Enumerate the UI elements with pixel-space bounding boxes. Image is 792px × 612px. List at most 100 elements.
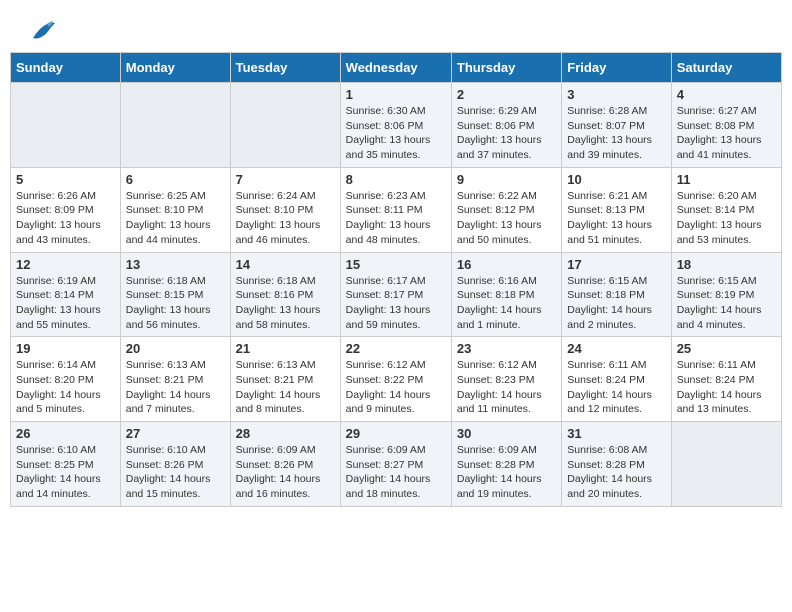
- day-info: Sunrise: 6:12 AM Sunset: 8:23 PM Dayligh…: [457, 358, 556, 417]
- day-number: 24: [567, 341, 665, 356]
- calendar-cell: 28 Sunrise: 6:09 AM Sunset: 8:26 PM Dayli…: [230, 422, 340, 507]
- day-number: 23: [457, 341, 556, 356]
- day-number: 30: [457, 426, 556, 441]
- calendar-cell: 1Sunrise: 6:30 AM Sunset: 8:06 PM Daylig…: [340, 83, 451, 168]
- calendar-cell: 7 Sunrise: 6:24 AM Sunset: 8:10 PM Daylig…: [230, 167, 340, 252]
- day-info: Sunrise: 6:26 AM Sunset: 8:09 PM Dayligh…: [16, 189, 115, 248]
- day-number: 12: [16, 257, 115, 272]
- calendar-week-row: 1Sunrise: 6:30 AM Sunset: 8:06 PM Daylig…: [11, 83, 782, 168]
- day-info: Sunrise: 6:18 AM Sunset: 8:15 PM Dayligh…: [126, 274, 225, 333]
- calendar-cell: [230, 83, 340, 168]
- calendar-week-row: 19 Sunrise: 6:14 AM Sunset: 8:20 PM Dayli…: [11, 337, 782, 422]
- day-info: Sunrise: 6:09 AM Sunset: 8:28 PM Dayligh…: [457, 443, 556, 502]
- calendar-cell: 3Sunrise: 6:28 AM Sunset: 8:07 PM Daylig…: [562, 83, 671, 168]
- day-number: 9: [457, 172, 556, 187]
- calendar-week-row: 12 Sunrise: 6:19 AM Sunset: 8:14 PM Dayli…: [11, 252, 782, 337]
- day-info: Sunrise: 6:11 AM Sunset: 8:24 PM Dayligh…: [677, 358, 776, 417]
- day-number: 28: [236, 426, 335, 441]
- day-number: 8: [346, 172, 446, 187]
- day-number: 22: [346, 341, 446, 356]
- calendar-cell: 21 Sunrise: 6:13 AM Sunset: 8:21 PM Dayli…: [230, 337, 340, 422]
- calendar-cell: 14Sunrise: 6:18 AM Sunset: 8:16 PM Dayli…: [230, 252, 340, 337]
- day-info: Sunrise: 6:10 AM Sunset: 8:26 PM Dayligh…: [126, 443, 225, 502]
- day-info: Sunrise: 6:15 AM Sunset: 8:18 PM Dayligh…: [567, 274, 665, 333]
- day-info: Sunrise: 6:09 AM Sunset: 8:26 PM Dayligh…: [236, 443, 335, 502]
- logo: [25, 20, 57, 42]
- calendar-cell: [11, 83, 121, 168]
- calendar-cell: 9 Sunrise: 6:22 AM Sunset: 8:12 PM Daylig…: [451, 167, 561, 252]
- calendar-cell: 2 Sunrise: 6:29 AM Sunset: 8:06 PM Daylig…: [451, 83, 561, 168]
- day-info: Sunrise: 6:28 AM Sunset: 8:07 PM Dayligh…: [567, 104, 665, 163]
- page-header: [10, 10, 782, 47]
- day-number: 19: [16, 341, 115, 356]
- day-info: Sunrise: 6:23 AM Sunset: 8:11 PM Dayligh…: [346, 189, 446, 248]
- day-number: 10: [567, 172, 665, 187]
- calendar-cell: 27 Sunrise: 6:10 AM Sunset: 8:26 PM Dayli…: [120, 422, 230, 507]
- calendar-cell: 31 Sunrise: 6:08 AM Sunset: 8:28 PM Dayli…: [562, 422, 671, 507]
- calendar-cell: 5Sunrise: 6:26 AM Sunset: 8:09 PM Daylig…: [11, 167, 121, 252]
- calendar-cell: 8 Sunrise: 6:23 AM Sunset: 8:11 PM Daylig…: [340, 167, 451, 252]
- day-number: 6: [126, 172, 225, 187]
- weekday-header-monday: Monday: [120, 53, 230, 83]
- day-number: 17: [567, 257, 665, 272]
- calendar-cell: [120, 83, 230, 168]
- day-info: Sunrise: 6:17 AM Sunset: 8:17 PM Dayligh…: [346, 274, 446, 333]
- calendar-cell: 6 Sunrise: 6:25 AM Sunset: 8:10 PM Daylig…: [120, 167, 230, 252]
- day-info: Sunrise: 6:30 AM Sunset: 8:06 PM Dayligh…: [346, 104, 446, 163]
- calendar-cell: 23 Sunrise: 6:12 AM Sunset: 8:23 PM Dayli…: [451, 337, 561, 422]
- day-number: 13: [126, 257, 225, 272]
- weekday-header-wednesday: Wednesday: [340, 53, 451, 83]
- calendar-week-row: 26 Sunrise: 6:10 AM Sunset: 8:25 PM Dayli…: [11, 422, 782, 507]
- day-info: Sunrise: 6:10 AM Sunset: 8:25 PM Dayligh…: [16, 443, 115, 502]
- day-info: Sunrise: 6:15 AM Sunset: 8:19 PM Dayligh…: [677, 274, 776, 333]
- day-info: Sunrise: 6:08 AM Sunset: 8:28 PM Dayligh…: [567, 443, 665, 502]
- weekday-header-saturday: Saturday: [671, 53, 781, 83]
- day-number: 7: [236, 172, 335, 187]
- day-info: Sunrise: 6:29 AM Sunset: 8:06 PM Dayligh…: [457, 104, 556, 163]
- calendar-cell: 15 Sunrise: 6:17 AM Sunset: 8:17 PM Dayli…: [340, 252, 451, 337]
- day-number: 31: [567, 426, 665, 441]
- day-info: Sunrise: 6:12 AM Sunset: 8:22 PM Dayligh…: [346, 358, 446, 417]
- calendar-week-row: 5Sunrise: 6:26 AM Sunset: 8:09 PM Daylig…: [11, 167, 782, 252]
- calendar-cell: 17 Sunrise: 6:15 AM Sunset: 8:18 PM Dayli…: [562, 252, 671, 337]
- day-number: 26: [16, 426, 115, 441]
- day-info: Sunrise: 6:21 AM Sunset: 8:13 PM Dayligh…: [567, 189, 665, 248]
- logo-bird-icon: [29, 20, 57, 42]
- day-number: 16: [457, 257, 556, 272]
- calendar-cell: 12 Sunrise: 6:19 AM Sunset: 8:14 PM Dayli…: [11, 252, 121, 337]
- calendar-cell: 30 Sunrise: 6:09 AM Sunset: 8:28 PM Dayli…: [451, 422, 561, 507]
- day-number: 25: [677, 341, 776, 356]
- day-number: 2: [457, 87, 556, 102]
- calendar-cell: 16Sunrise: 6:16 AM Sunset: 8:18 PM Dayli…: [451, 252, 561, 337]
- calendar-cell: 4Sunrise: 6:27 AM Sunset: 8:08 PM Daylig…: [671, 83, 781, 168]
- calendar-cell: 19 Sunrise: 6:14 AM Sunset: 8:20 PM Dayli…: [11, 337, 121, 422]
- day-number: 4: [677, 87, 776, 102]
- day-info: Sunrise: 6:13 AM Sunset: 8:21 PM Dayligh…: [236, 358, 335, 417]
- day-info: Sunrise: 6:19 AM Sunset: 8:14 PM Dayligh…: [16, 274, 115, 333]
- day-number: 20: [126, 341, 225, 356]
- calendar-cell: 18 Sunrise: 6:15 AM Sunset: 8:19 PM Dayli…: [671, 252, 781, 337]
- day-info: Sunrise: 6:22 AM Sunset: 8:12 PM Dayligh…: [457, 189, 556, 248]
- calendar-cell: 29Sunrise: 6:09 AM Sunset: 8:27 PM Dayli…: [340, 422, 451, 507]
- calendar-cell: 22 Sunrise: 6:12 AM Sunset: 8:22 PM Dayli…: [340, 337, 451, 422]
- calendar-cell: 26 Sunrise: 6:10 AM Sunset: 8:25 PM Dayli…: [11, 422, 121, 507]
- day-info: Sunrise: 6:25 AM Sunset: 8:10 PM Dayligh…: [126, 189, 225, 248]
- day-number: 27: [126, 426, 225, 441]
- day-info: Sunrise: 6:14 AM Sunset: 8:20 PM Dayligh…: [16, 358, 115, 417]
- calendar-table: SundayMondayTuesdayWednesdayThursdayFrid…: [10, 52, 782, 507]
- day-number: 21: [236, 341, 335, 356]
- day-number: 29: [346, 426, 446, 441]
- day-info: Sunrise: 6:13 AM Sunset: 8:21 PM Dayligh…: [126, 358, 225, 417]
- day-number: 11: [677, 172, 776, 187]
- day-info: Sunrise: 6:20 AM Sunset: 8:14 PM Dayligh…: [677, 189, 776, 248]
- calendar-cell: 13 Sunrise: 6:18 AM Sunset: 8:15 PM Dayli…: [120, 252, 230, 337]
- day-number: 18: [677, 257, 776, 272]
- day-number: 15: [346, 257, 446, 272]
- calendar-cell: 24Sunrise: 6:11 AM Sunset: 8:24 PM Dayli…: [562, 337, 671, 422]
- calendar-cell: 10 Sunrise: 6:21 AM Sunset: 8:13 PM Dayli…: [562, 167, 671, 252]
- weekday-header-row: SundayMondayTuesdayWednesdayThursdayFrid…: [11, 53, 782, 83]
- calendar-cell: 11 Sunrise: 6:20 AM Sunset: 8:14 PM Dayli…: [671, 167, 781, 252]
- calendar-cell: 20 Sunrise: 6:13 AM Sunset: 8:21 PM Dayli…: [120, 337, 230, 422]
- weekday-header-thursday: Thursday: [451, 53, 561, 83]
- day-info: Sunrise: 6:24 AM Sunset: 8:10 PM Dayligh…: [236, 189, 335, 248]
